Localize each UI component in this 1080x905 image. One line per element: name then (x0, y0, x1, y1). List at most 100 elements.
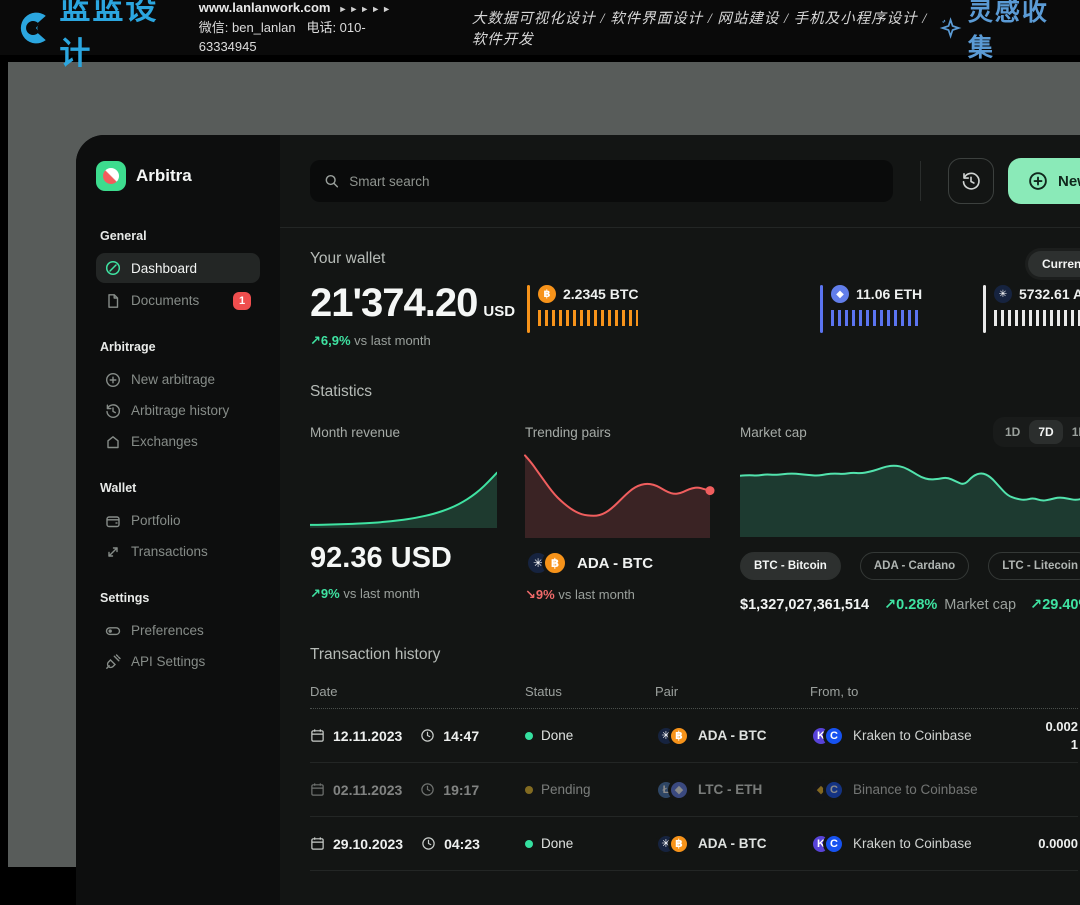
sidebar: Arbitra General Dashboard Documents 1 Ar… (76, 135, 280, 905)
range-1m[interactable]: 1M (1063, 420, 1080, 444)
tx-time: 19:17 (443, 782, 479, 798)
arbitra-app-window: Arbitra General Dashboard Documents 1 Ar… (76, 135, 1080, 905)
sidebar-item-label: Dashboard (131, 261, 197, 276)
pill-ada[interactable]: ADA - Cardano (860, 552, 969, 580)
arrows-decoration: ►►►►► (338, 4, 393, 14)
section-label-wallet: Wallet (100, 481, 256, 495)
toggle-icon (105, 623, 121, 639)
website-link[interactable]: www.lanlanwork.com (199, 0, 331, 15)
new-arbitrage-label: New arbitrage (1058, 173, 1080, 190)
transactions-title: Transaction history (310, 646, 1080, 664)
coin-pills: BTC - Bitcoin ADA - Cardano LTC - Liteco… (740, 552, 1080, 580)
btc-bars (538, 310, 638, 326)
tx-status: Pending (541, 782, 591, 797)
market-cap-chart (740, 452, 1080, 537)
trending-change: 9% (536, 587, 555, 602)
tx-pair: LTC - ETH (698, 782, 762, 797)
statistics-section: Statistics Month revenue 92.36 USD ↗9% v… (310, 383, 1080, 613)
trending-change-suffix: vs last month (558, 587, 635, 602)
btc-coin-icon: ฿ (668, 725, 690, 747)
wallet-icon (105, 513, 121, 529)
holding-btc: ฿2.2345 BTC (527, 285, 820, 333)
up-arrow-icon: ↗ (1030, 597, 1042, 613)
wallet-balance: 21'374.20USD ↗6,9% vs last month (310, 281, 527, 349)
search-bar[interactable] (310, 160, 893, 202)
inspiration-collect-label: 灵感收集 (968, 0, 1064, 64)
sidebar-item-label: Exchanges (131, 434, 198, 449)
inspiration-collect-link[interactable]: 灵感收集 (939, 0, 1080, 64)
btc-segment-marker (527, 285, 530, 333)
col-date: Date (310, 684, 525, 699)
range-7d[interactable]: 7D (1029, 420, 1062, 444)
calendar-icon (310, 836, 325, 851)
sidebar-item-documents[interactable]: Documents 1 (96, 285, 260, 316)
trending-pairs-label: Trending pairs (525, 425, 710, 440)
section-label-settings: Settings (100, 591, 256, 605)
app-brand: Arbitra (96, 161, 260, 191)
transaction-row[interactable]: 12.11.2023 14:47 Done ✳฿ADA - BTC KCKrak… (310, 709, 1078, 763)
clock-icon (421, 836, 436, 851)
search-input[interactable] (349, 174, 879, 189)
sidebar-item-portfolio[interactable]: Portfolio (96, 505, 260, 536)
transactions-section: Transaction history Date Status Pair Fro… (310, 646, 1080, 871)
cap-change-label: Market cap (944, 597, 1016, 613)
wallet-currency: USD (483, 303, 515, 320)
volume-change: 29.40% (1042, 597, 1080, 613)
down-arrow-icon: ↘ (525, 587, 536, 602)
pill-btc[interactable]: BTC - Bitcoin (740, 552, 841, 580)
range-1d[interactable]: 1D (996, 420, 1029, 444)
sidebar-item-label: Arbitrage history (131, 403, 229, 418)
eth-bars (831, 310, 922, 326)
sidebar-item-preferences[interactable]: Preferences (96, 615, 260, 646)
sidebar-item-dashboard[interactable]: Dashboard (96, 253, 260, 283)
wallet-view-toggle: Currencies Exchanges (1025, 248, 1080, 280)
main-area: New arbitrage Your wallet Currencies Exc… (280, 135, 1080, 905)
new-arbitrage-button[interactable]: New arbitrage (1008, 158, 1080, 204)
tx-amount2: 1 (1071, 736, 1078, 754)
ada-amount: 5732.61 ADA (1019, 286, 1080, 302)
section-label-arbitrage: Arbitrage (100, 340, 256, 354)
sidebar-item-label: API Settings (131, 654, 205, 669)
status-dot (525, 732, 533, 740)
tx-amount: 0.002 (1045, 718, 1078, 736)
sidebar-item-label: Preferences (131, 623, 204, 638)
plus-circle-icon (1028, 171, 1048, 191)
eth-segment-marker (820, 285, 823, 333)
tx-pair: ADA - BTC (698, 728, 767, 743)
sidebar-item-transactions[interactable]: Transactions (96, 536, 260, 567)
btc-amount: 2.2345 BTC (563, 286, 638, 302)
sidebar-item-api-settings[interactable]: API Settings (96, 646, 260, 677)
wechat-label: 微信: ben_lanlan (199, 20, 296, 35)
market-cap-card: Market cap 1D 7D 1M BTC - Bitcoin ADA - … (740, 425, 1080, 613)
holding-ada: ✳ 5732.61 ADA (983, 285, 1080, 333)
toggle-currencies[interactable]: Currencies (1028, 251, 1080, 277)
sidebar-item-exchanges[interactable]: Exchanges (96, 426, 260, 457)
sidebar-item-new-arbitrage[interactable]: New arbitrage (96, 364, 260, 395)
history-icon (961, 171, 981, 191)
tx-date: 29.10.2023 (333, 836, 403, 852)
search-icon (324, 173, 339, 189)
ada-coin-icon: ✳ (994, 285, 1012, 303)
transaction-row[interactable]: 29.10.2023 04:23 Done ✳฿ADA - BTC KCKrak… (310, 817, 1078, 871)
statistics-title: Statistics (310, 383, 1080, 401)
tx-route: Kraken to Coinbase (853, 728, 972, 743)
month-revenue-chart (310, 466, 497, 528)
history-button[interactable] (948, 158, 994, 204)
wallet-amount: 21'374.20 (310, 281, 477, 325)
cap-change: 0.28% (896, 597, 937, 613)
pill-ltc[interactable]: LTC - Litecoin (988, 552, 1080, 580)
transaction-row[interactable]: 02.11.2023 19:17 Pending Ł◆LTC - ETH ◆CB… (310, 763, 1078, 817)
company-logo-icon (14, 7, 51, 49)
btc-coin-icon: ฿ (542, 550, 568, 576)
tx-time: 14:47 (443, 728, 479, 744)
plug-icon (105, 654, 121, 670)
eth-amount: 11.06 ETH (856, 286, 922, 302)
eth-coin-icon: ◆ (831, 285, 849, 303)
arbitra-logo-icon (96, 161, 126, 191)
wallet-change-suffix: vs last month (354, 333, 431, 348)
sidebar-item-arbitrage-history[interactable]: Arbitrage history (96, 395, 260, 426)
up-arrow-icon: ↗ (884, 597, 896, 613)
company-logo[interactable]: 蓝蓝设计 (0, 0, 177, 73)
app-brand-name: Arbitra (136, 166, 192, 186)
month-revenue-change: 9% (321, 586, 340, 601)
